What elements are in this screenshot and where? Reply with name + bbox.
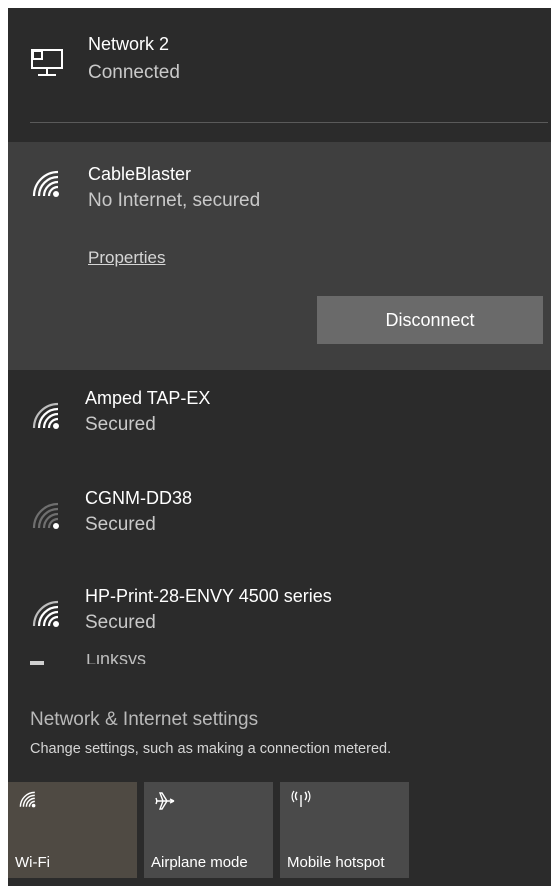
- airplane-icon: [154, 790, 176, 817]
- wifi-signal-icon: [30, 661, 44, 665]
- network-flyout: Network 2 Connected CableBlaster No Inte…: [8, 8, 551, 886]
- connected-wifi-name: CableBlaster: [88, 164, 192, 184]
- wifi-signal-icon: [30, 400, 60, 435]
- network-settings-description: Change settings, such as making a connec…: [30, 741, 392, 757]
- airplane-mode-tile[interactable]: Airplane mode: [144, 782, 273, 878]
- airplane-tile-label: Airplane mode: [151, 854, 248, 871]
- wired-network-item[interactable]: Network 2 Connected: [8, 8, 551, 118]
- divider: [30, 122, 548, 123]
- wifi-network-status: Secured: [85, 414, 156, 435]
- connected-wifi-status: No Internet, secured: [88, 190, 261, 211]
- wifi-network-status: Secured: [85, 514, 156, 535]
- wifi-signal-weak-icon: [30, 500, 60, 535]
- wifi-signal-icon: [30, 168, 60, 203]
- wifi-network-item[interactable]: CGNM-DD38 Secured: [8, 478, 551, 568]
- hotspot-tile-label: Mobile hotspot: [287, 854, 385, 871]
- wifi-signal-icon: [30, 598, 60, 633]
- wifi-icon: [18, 790, 36, 813]
- disconnect-button[interactable]: Disconnect: [317, 296, 543, 344]
- wifi-network-name: Amped TAP-EX: [85, 388, 211, 408]
- wifi-tile-label: Wi-Fi: [15, 854, 50, 871]
- wifi-toggle-tile[interactable]: Wi-Fi: [8, 782, 137, 878]
- wifi-network-name: HP-Print-28-ENVY 4500 series: [85, 586, 332, 606]
- wifi-network-item[interactable]: Amped TAP-EX Secured: [8, 378, 551, 468]
- properties-link[interactable]: Properties: [88, 248, 165, 268]
- wifi-network-name: CGNM-DD38: [85, 488, 193, 508]
- connected-wifi-item[interactable]: CableBlaster No Internet, secured Proper…: [8, 142, 551, 370]
- wifi-network-status: Secured: [85, 612, 156, 633]
- network-settings-link[interactable]: Network & Internet settings: [30, 709, 258, 731]
- ethernet-icon: [30, 48, 64, 83]
- wired-network-name: Network 2: [88, 34, 170, 54]
- wifi-network-item[interactable]: HP-Print-28-ENVY 4500 series Secured: [8, 576, 551, 666]
- partial-network-name[interactable]: Linksys: [86, 654, 146, 664]
- mobile-hotspot-tile[interactable]: Mobile hotspot: [280, 782, 409, 878]
- hotspot-icon: [290, 790, 312, 813]
- wired-network-status: Connected: [88, 62, 180, 83]
